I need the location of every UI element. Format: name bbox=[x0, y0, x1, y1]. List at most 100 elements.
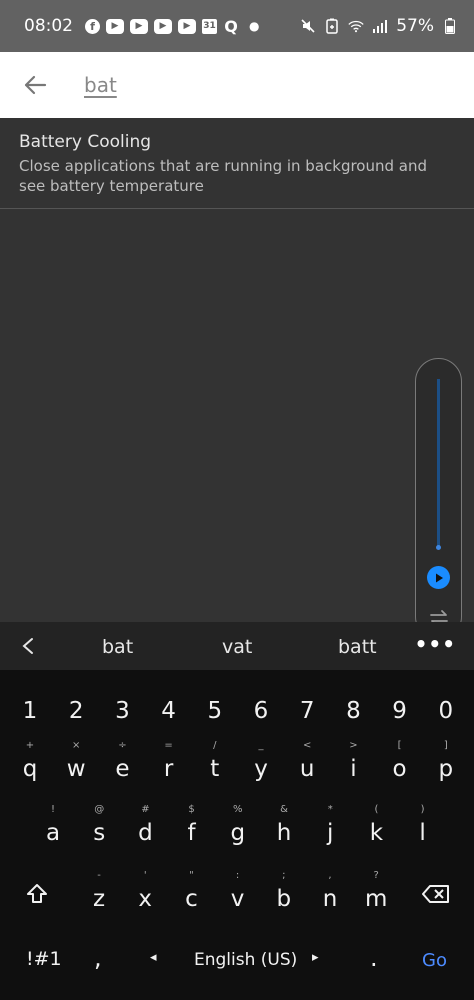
key[interactable]: $ f bbox=[169, 804, 215, 854]
key[interactable]: × w bbox=[53, 740, 99, 790]
status-bar: 08:02 f ▶ ▶ ▶ ▶ 31 Q ● 57% bbox=[0, 0, 474, 52]
key-symbol-hint: & bbox=[280, 804, 288, 815]
key-symbol-hint: $ bbox=[188, 804, 195, 815]
key[interactable]: (k bbox=[353, 804, 399, 854]
key[interactable]: 3 bbox=[99, 682, 145, 732]
key[interactable]: * j bbox=[307, 804, 353, 854]
keyboard: bat vat batt ••• 1234567890 + q × w ÷ e = r / t _ y… bbox=[0, 622, 474, 1000]
key-label: 6 bbox=[253, 698, 269, 724]
shift-key[interactable] bbox=[14, 870, 60, 920]
key[interactable]: 8 bbox=[330, 682, 376, 732]
result-description: Close applications that are running in b… bbox=[19, 157, 428, 195]
key-label: 4 bbox=[161, 698, 176, 724]
key[interactable]: 2 bbox=[53, 682, 99, 732]
key-label: p bbox=[438, 756, 454, 782]
go-key[interactable]: Go bbox=[422, 950, 447, 971]
key-symbol-hint: ( bbox=[374, 804, 379, 815]
key[interactable]: & h bbox=[261, 804, 307, 854]
space-bar[interactable]: English (US) bbox=[194, 950, 297, 970]
key-symbol-hint: = bbox=[164, 740, 173, 751]
backspace-key[interactable] bbox=[413, 870, 459, 920]
youtube-icon: ▶ bbox=[106, 18, 124, 34]
back-arrow-icon[interactable] bbox=[20, 70, 50, 100]
key-symbol-hint: + bbox=[25, 740, 35, 751]
key[interactable]: 0 bbox=[423, 682, 469, 732]
key-label: w bbox=[66, 756, 86, 782]
volume-slider-thumb[interactable] bbox=[436, 545, 441, 551]
key[interactable]: # d bbox=[122, 804, 168, 854]
key-label: n bbox=[322, 886, 338, 912]
key[interactable]: / t bbox=[192, 740, 238, 790]
key[interactable]: % g bbox=[215, 804, 261, 854]
period-key[interactable]: . bbox=[370, 944, 378, 972]
key[interactable]: :v bbox=[215, 870, 261, 920]
key[interactable]: 5 bbox=[192, 682, 238, 732]
suggestion-2[interactable]: vat bbox=[222, 636, 252, 658]
key[interactable]: ? m bbox=[353, 870, 399, 920]
key-symbol-hint: , bbox=[328, 870, 332, 881]
play-icon[interactable] bbox=[427, 566, 450, 589]
key[interactable]: = r bbox=[146, 740, 192, 790]
status-left: 08:02 f ▶ ▶ ▶ ▶ 31 Q ● bbox=[24, 16, 259, 36]
key[interactable]: 9 bbox=[377, 682, 423, 732]
key-label: 8 bbox=[346, 698, 361, 724]
key-symbol-hint: _ bbox=[258, 740, 264, 751]
youtube-icon: ▶ bbox=[130, 18, 148, 34]
key-symbol-hint: # bbox=[141, 804, 150, 815]
key[interactable]: < u bbox=[284, 740, 330, 790]
key[interactable]: 7 bbox=[284, 682, 330, 732]
key[interactable]: 1 bbox=[7, 682, 53, 732]
key[interactable]: -z bbox=[76, 870, 122, 920]
key-symbol-hint: ] bbox=[443, 740, 448, 751]
key[interactable]: ,n bbox=[307, 870, 353, 920]
dot-icon: ● bbox=[249, 19, 260, 33]
key[interactable]: ! a bbox=[30, 804, 76, 854]
symbols-key[interactable]: !#1 bbox=[26, 948, 62, 970]
key-label: 5 bbox=[207, 698, 223, 724]
suggestion-3[interactable]: batt bbox=[338, 636, 377, 658]
battery-saver-icon bbox=[324, 18, 340, 34]
volume-slider-track[interactable] bbox=[437, 379, 440, 549]
key-label: c bbox=[185, 886, 198, 912]
suggestion-collapse-icon[interactable] bbox=[0, 637, 56, 655]
key-label: q bbox=[22, 756, 38, 782]
key[interactable]: 4 bbox=[146, 682, 192, 732]
cursor-left-icon[interactable]: ◂ bbox=[150, 950, 157, 965]
key-label: v bbox=[230, 886, 245, 912]
key[interactable]: ] p bbox=[423, 740, 469, 790]
key[interactable]: [o bbox=[377, 740, 423, 790]
key[interactable]: _ y bbox=[238, 740, 284, 790]
key-symbol-hint: @ bbox=[94, 804, 105, 815]
status-time: 08:02 bbox=[24, 16, 73, 36]
key[interactable]: 6 bbox=[238, 682, 284, 732]
key[interactable]: ÷ e bbox=[99, 740, 145, 790]
search-input[interactable]: bat bbox=[84, 73, 117, 97]
more-options-icon[interactable]: ••• bbox=[415, 632, 456, 656]
key-symbol-hint: ! bbox=[50, 804, 55, 815]
suggestion-1[interactable]: bat bbox=[102, 636, 133, 658]
key[interactable]: ) l bbox=[400, 804, 446, 854]
cursor-right-icon[interactable]: ▸ bbox=[312, 950, 319, 965]
key-label: x bbox=[138, 886, 152, 912]
key-label: m bbox=[364, 886, 388, 912]
facebook-icon: f bbox=[85, 18, 100, 34]
key[interactable]: " c bbox=[168, 870, 214, 920]
key[interactable]: ' x bbox=[122, 870, 168, 920]
key[interactable]: @ s bbox=[76, 804, 122, 854]
key-symbol-hint: % bbox=[233, 804, 243, 815]
key[interactable]: + q bbox=[7, 740, 53, 790]
key-symbol-hint: - bbox=[97, 870, 101, 881]
key-label: l bbox=[419, 820, 426, 846]
comma-key[interactable]: , bbox=[94, 944, 102, 972]
key-symbol-hint: ? bbox=[373, 870, 379, 881]
result-item[interactable]: Battery Cooling Close applications that … bbox=[0, 118, 474, 209]
youtube-icon: ▶ bbox=[178, 18, 196, 34]
key[interactable]: ; b bbox=[261, 870, 307, 920]
key-label: b bbox=[276, 886, 292, 912]
key-label: 1 bbox=[22, 698, 38, 724]
youtube-icon: ▶ bbox=[154, 18, 172, 34]
key-label: r bbox=[163, 756, 174, 782]
key[interactable]: > i bbox=[330, 740, 376, 790]
battery-icon bbox=[442, 18, 458, 34]
mute-icon bbox=[300, 19, 316, 34]
